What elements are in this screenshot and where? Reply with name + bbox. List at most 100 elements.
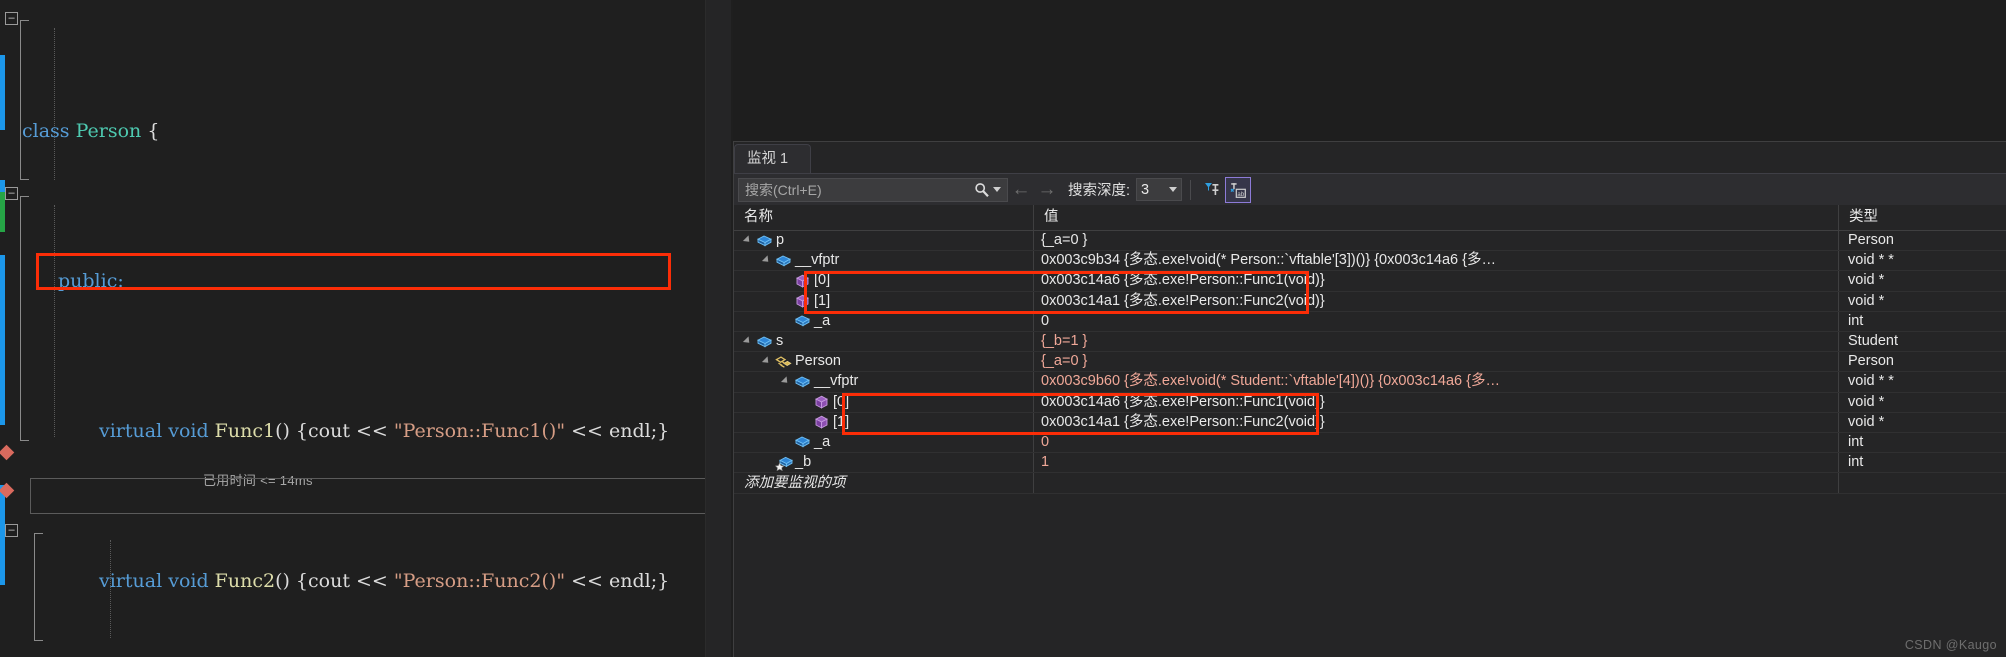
editor-vertical-scrollbar[interactable] [705, 0, 731, 657]
search-depth-stepper[interactable]: 3 [1136, 178, 1183, 201]
magnifier-icon[interactable] [973, 181, 991, 199]
watch-variable-value[interactable]: 1 [1034, 453, 1839, 473]
watch-row-name-cell[interactable]: __vfptr [734, 251, 1034, 271]
watch-variable-type: Person [1848, 353, 1894, 370]
watch-variable-value[interactable]: {_a=0 } [1034, 352, 1839, 372]
watch-row-name-cell[interactable]: p [734, 231, 1034, 251]
token-punct: () { [275, 569, 309, 592]
column-header-value[interactable]: 值 [1034, 205, 1839, 230]
token-string: "Person::Func2()" [393, 569, 566, 592]
chevron-down-icon[interactable] [993, 187, 1001, 192]
search-input[interactable] [739, 181, 973, 198]
watch-variable-value[interactable]: {_b=1 } [1034, 331, 1839, 352]
watch-variable-name: _a [814, 433, 831, 450]
watch-variable-value[interactable]: 0 [1034, 311, 1839, 331]
token-identifier: endl [609, 419, 651, 442]
table-row[interactable]: [1] 0x003c14a1 {多态.exe!Person::Func2(void… [734, 291, 2006, 312]
method-cube-icon [794, 273, 811, 289]
watch-variable-type: int [1848, 454, 1864, 471]
chevron-expanded-icon[interactable] [763, 357, 772, 366]
watch-row-name-cell[interactable]: s [734, 331, 1034, 352]
chevron-expanded-icon[interactable] [744, 236, 753, 245]
chevron-expanded-icon[interactable] [782, 377, 791, 386]
watch-variable-value[interactable]: 0x003c14a1 {多态.exe!Person::Func2(void)} [1034, 291, 1839, 311]
hexadecimal-display-icon[interactable]: ab [1225, 176, 1252, 203]
chevron-expanded-icon[interactable] [763, 256, 772, 265]
column-header-type[interactable]: 类型 [1839, 205, 2005, 230]
token-function: Func2 [214, 569, 276, 592]
table-row[interactable]: [0] 0x003c14a6 {多态.exe!Person::Func1(void… [734, 392, 2006, 413]
table-row[interactable]: __vfptr 0x003c9b34 {多态.exe!void(* Person:… [734, 251, 2006, 272]
chevron-down-icon[interactable] [1169, 187, 1178, 192]
watch-variable-value[interactable]: 0x003c14a1 {多态.exe!Person::Func2(void)} [1034, 412, 1839, 432]
watch-variable-name: Person [795, 353, 841, 370]
arrow-left-icon[interactable]: ← [1008, 178, 1034, 202]
token-operator: << [349, 419, 394, 442]
watch-variable-name: _a [814, 312, 831, 329]
watch-toolbar: ← → 搜索深度: 3 [734, 173, 2006, 205]
watch-row-name-cell[interactable]: [1] [734, 412, 1034, 432]
watch-row-name-cell[interactable]: [1] [734, 291, 1034, 311]
search-box[interactable] [738, 177, 1008, 202]
add-watch-item-cell[interactable]: 添加要监视的项 [734, 473, 1034, 494]
watch-variable-value[interactable]: 0x003c14a6 {多态.exe!Person::Func1(void)} [1034, 392, 1839, 412]
code-line[interactable]: virtual void Func1() {cout << "Person::F… [0, 413, 669, 451]
vs-debugger-screenshot: – – – class Person { public: virtual voi… [0, 0, 2006, 657]
watch-variable-type: int [1848, 312, 1864, 329]
watch-variable-name: [0] [833, 393, 850, 410]
code-line[interactable]: public: [0, 263, 669, 301]
field-box-icon [794, 374, 811, 390]
method-cube-icon [813, 394, 830, 410]
watch-grid-body[interactable]: p {_a=0 } Person __vfptr 0x003c9b34 {多态.exe… [734, 231, 2006, 474]
watch-variable-value[interactable]: 0 [1034, 432, 1839, 453]
code-line[interactable]: class Person { [0, 113, 669, 151]
watch-variable-type: Student [1848, 332, 1898, 349]
code-line[interactable]: virtual void Func2() {cout << "Person::F… [0, 563, 669, 601]
watch-variable-value[interactable]: 0x003c14a6 {多态.exe!Person::Func1(void)} [1034, 271, 1839, 291]
field-box-icon [756, 334, 773, 350]
chevron-expanded-icon[interactable] [744, 337, 753, 346]
watch-row-name-cell[interactable]: Person [734, 352, 1034, 372]
table-row[interactable]: [0] 0x003c14a6 {多态.exe!Person::Func1(void… [734, 271, 2006, 292]
table-row[interactable]: __vfptr 0x003c9b60 {多态.exe!void(* Student… [734, 372, 2006, 393]
watch-variable-type: void * [1848, 292, 1885, 309]
table-row[interactable]: p {_a=0 } Person [734, 231, 2006, 252]
table-row[interactable]: _a 0 int [734, 432, 2006, 454]
code-text-layer[interactable]: class Person { public: virtual void Func… [0, 0, 669, 657]
token-punct: ;} [650, 419, 670, 442]
watch-variable-name: p [776, 232, 785, 249]
watch-variable-name: [1] [833, 413, 850, 430]
watch-variable-value[interactable]: 0x003c9b60 {多态.exe!void(* Student::`vfta… [1034, 372, 1839, 392]
watch-variable-value[interactable]: {_a=0 } [1034, 231, 1839, 251]
table-row[interactable]: _b 1 int [734, 453, 2006, 474]
method-cube-icon [813, 414, 830, 430]
watch-row-name-cell[interactable]: [0] [734, 271, 1034, 291]
add-watch-item-value-cell [1034, 473, 1839, 494]
watch-row-name-cell[interactable]: [0] [734, 392, 1034, 412]
watch-variable-name: __vfptr [814, 373, 859, 390]
token-identifier: cout [308, 569, 350, 592]
table-row[interactable]: [1] 0x003c14a1 {多态.exe!Person::Func2(void… [734, 412, 2006, 433]
watch-variable-type: Person [1848, 232, 1894, 248]
watch-variable-value[interactable]: 0x003c9b34 {多态.exe!void(* Person::`vftab… [1034, 251, 1839, 271]
pin-filter-icon[interactable] [1199, 177, 1225, 203]
watch-row-name-cell[interactable]: _b [734, 453, 1034, 473]
token-punct: ;} [650, 569, 670, 592]
add-watch-item-row[interactable]: 添加要监视的项 [734, 473, 2006, 495]
watch-row-name-cell[interactable]: _a [734, 311, 1034, 331]
code-editor[interactable]: – – – class Person { public: virtual voi… [0, 0, 733, 657]
column-header-name[interactable]: 名称 [734, 205, 1034, 230]
tab-watch-1[interactable]: 监视 1 [734, 144, 812, 173]
table-row[interactable]: _a 0 int [734, 311, 2006, 332]
table-row[interactable]: s {_b=1 } Student [734, 331, 2006, 353]
table-row[interactable]: Person {_a=0 } Person [734, 352, 2006, 373]
watch-variable-name: [1] [814, 292, 831, 309]
arrow-right-icon[interactable]: → [1034, 178, 1060, 202]
token-function: Func1 [214, 419, 276, 442]
watch-grid-header: 名称 值 类型 [734, 205, 2006, 231]
token-punct: { [141, 119, 160, 142]
watch-row-name-cell[interactable]: __vfptr [734, 372, 1034, 392]
watch-row-name-cell[interactable]: _a [734, 432, 1034, 453]
watch-variable-name: _b [795, 454, 812, 471]
watch-variable-type: int [1848, 433, 1864, 450]
